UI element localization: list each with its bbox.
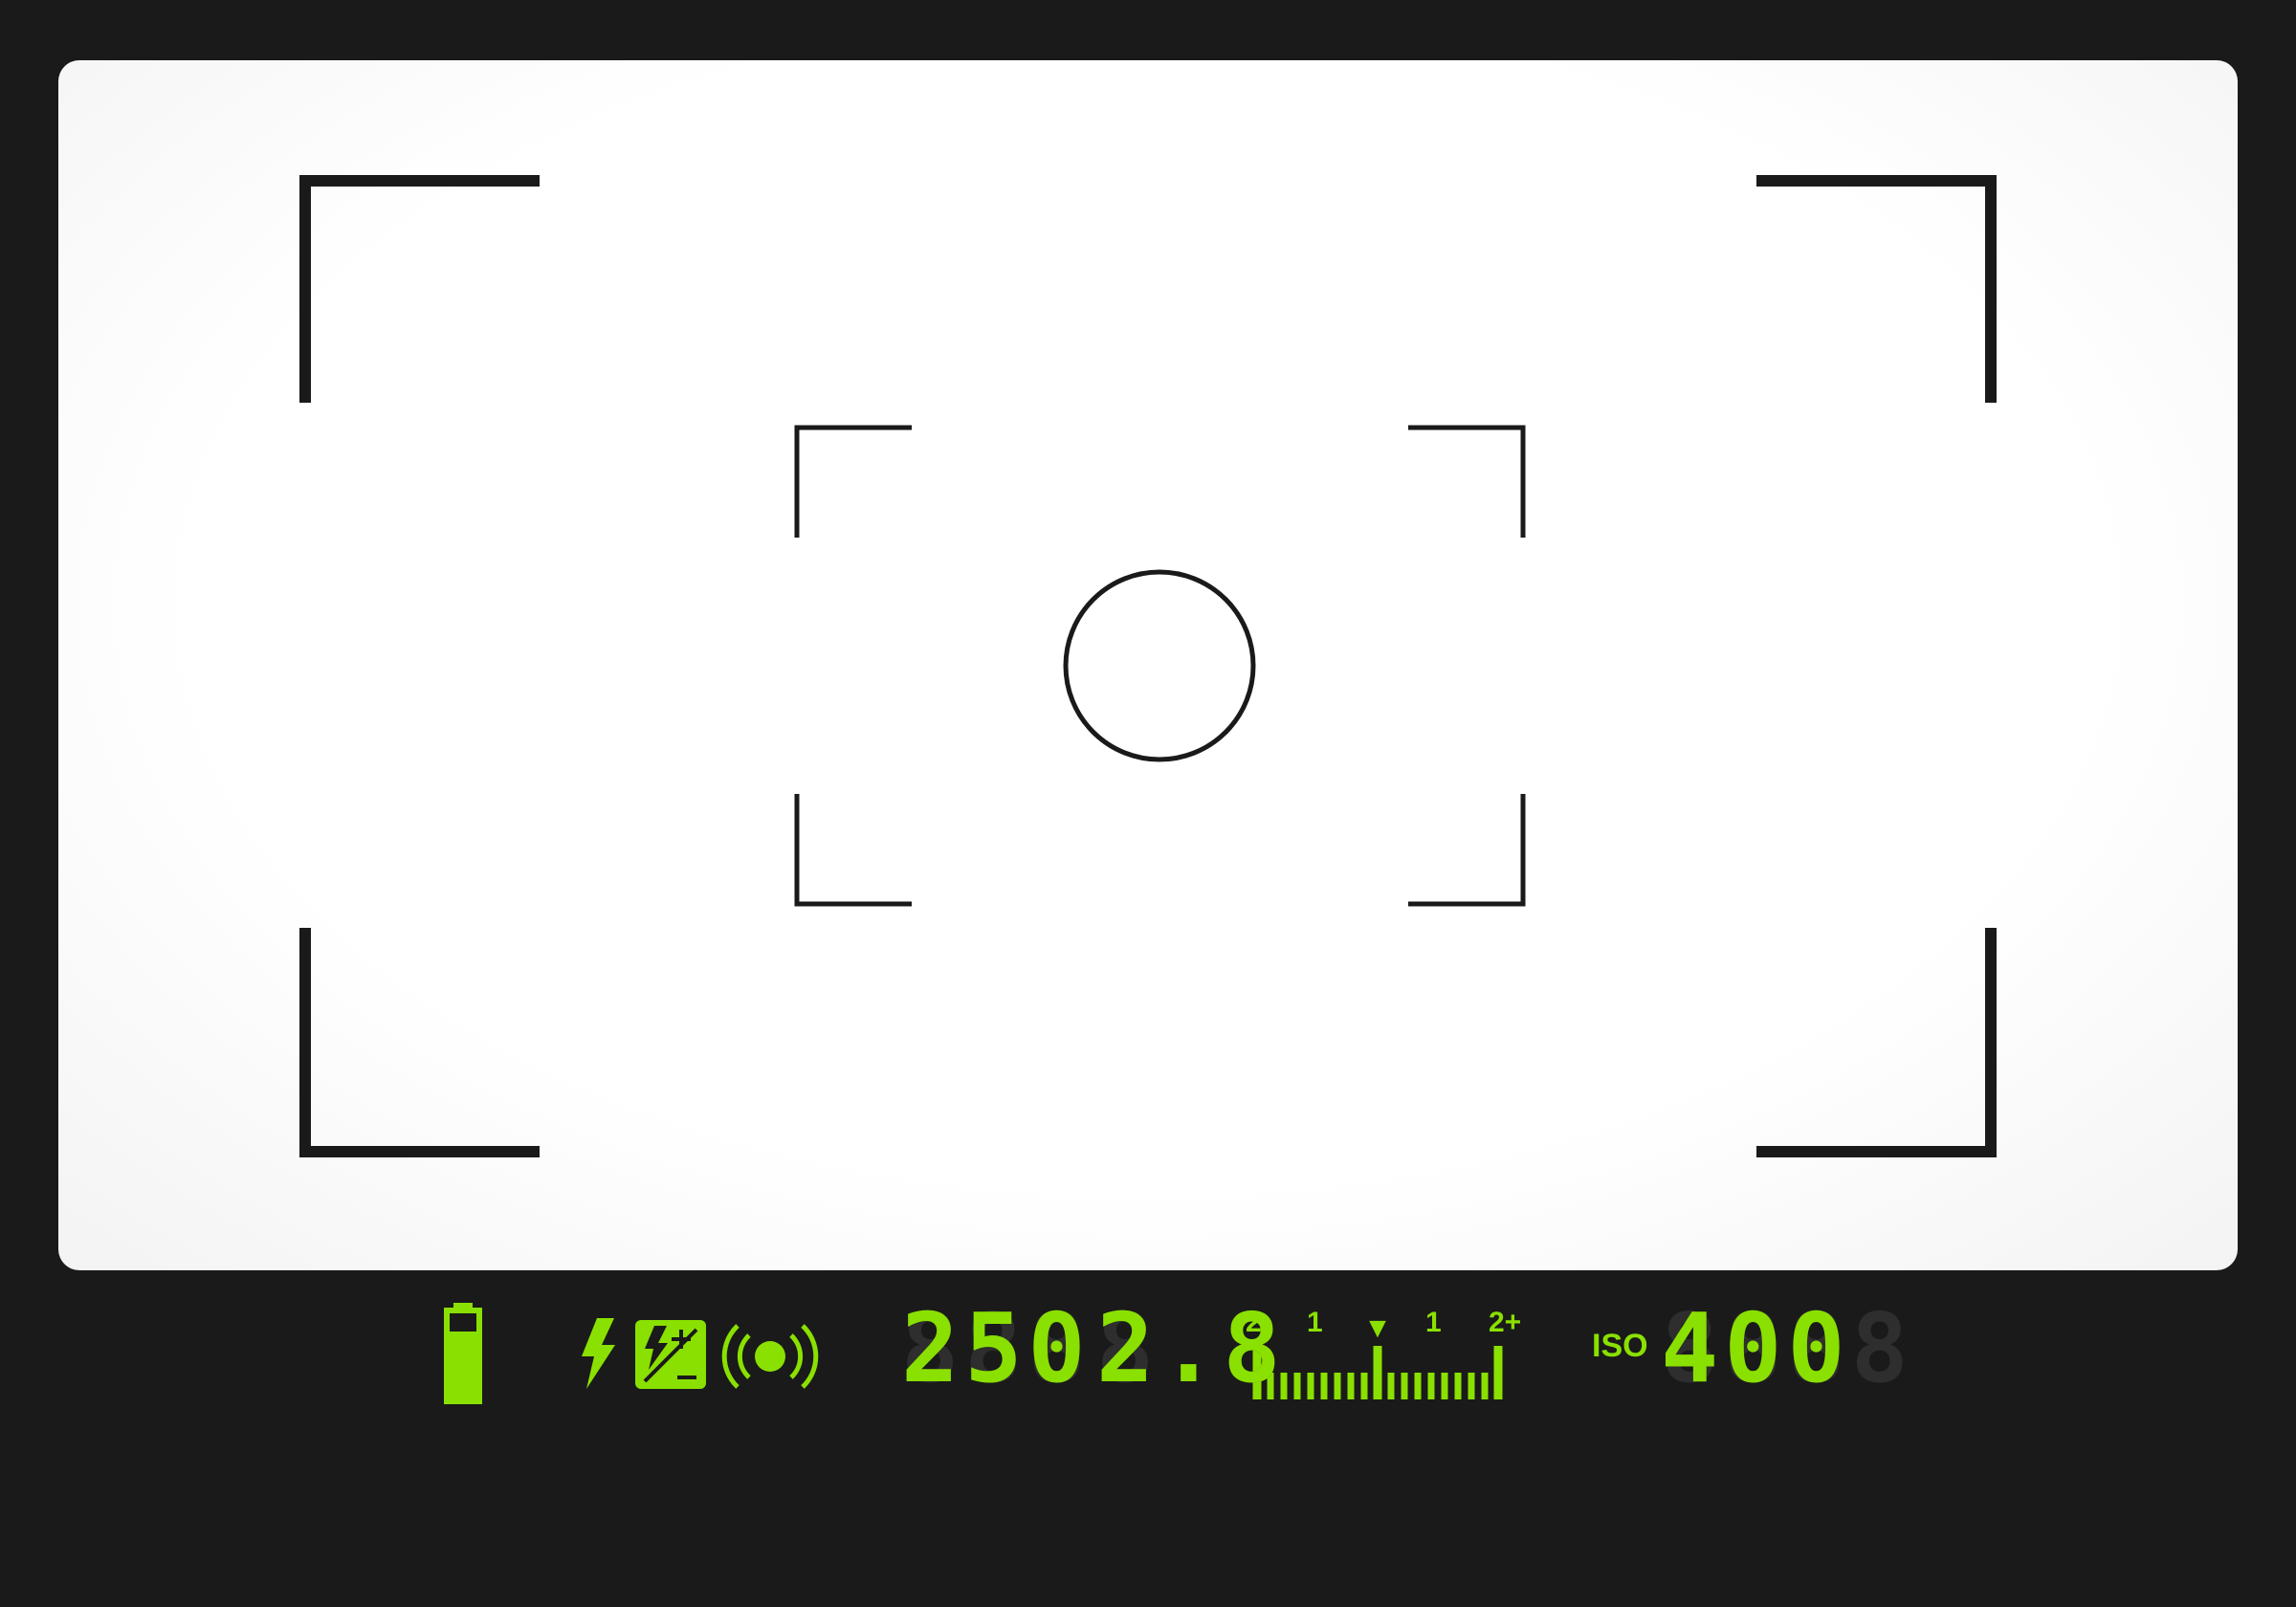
exposure-tick (1347, 1373, 1355, 1399)
exposure-tick (1481, 1373, 1489, 1399)
exposure-label-minus-2: -2 (1236, 1307, 1262, 1338)
flash-compensation-icon (635, 1320, 706, 1389)
battery-icon (444, 1303, 482, 1404)
exposure-tick (1401, 1373, 1408, 1399)
iso-readout: 8888 400 (1661, 1296, 1909, 1401)
exposure-tick (1307, 1373, 1314, 1399)
shutter-speed-readout: 888 250 (901, 1296, 1092, 1401)
iso-label: ISO (1592, 1328, 1648, 1364)
exposure-label-minus-1: 1 (1307, 1307, 1323, 1338)
exposure-tick (1373, 1346, 1382, 1399)
exposure-tick (1454, 1373, 1462, 1399)
iso-value: 400 (1661, 1292, 1851, 1404)
shutter-speed-value: 250 (901, 1292, 1092, 1404)
exposure-scale: ▼ (1252, 1312, 1503, 1399)
exposure-tick (1427, 1373, 1435, 1399)
exposure-tick (1441, 1373, 1448, 1399)
stabilizer-icon (721, 1324, 819, 1389)
exposure-label-plus-2: 2+ (1489, 1307, 1522, 1338)
flash-icon (582, 1318, 615, 1389)
exposure-indicator: ▼ (1363, 1312, 1392, 1344)
exposure-tick (1334, 1373, 1341, 1399)
exposure-label-plus-1: 1 (1425, 1307, 1442, 1338)
exposure-tick (1468, 1373, 1475, 1399)
exposure-tick (1320, 1373, 1328, 1399)
exposure-tick (1414, 1373, 1422, 1399)
exposure-tick (1360, 1373, 1368, 1399)
exposure-tick (1493, 1346, 1503, 1399)
viewfinder-screen (58, 60, 2238, 1270)
exposure-tick (1387, 1373, 1395, 1399)
exposure-tick (1293, 1373, 1301, 1399)
